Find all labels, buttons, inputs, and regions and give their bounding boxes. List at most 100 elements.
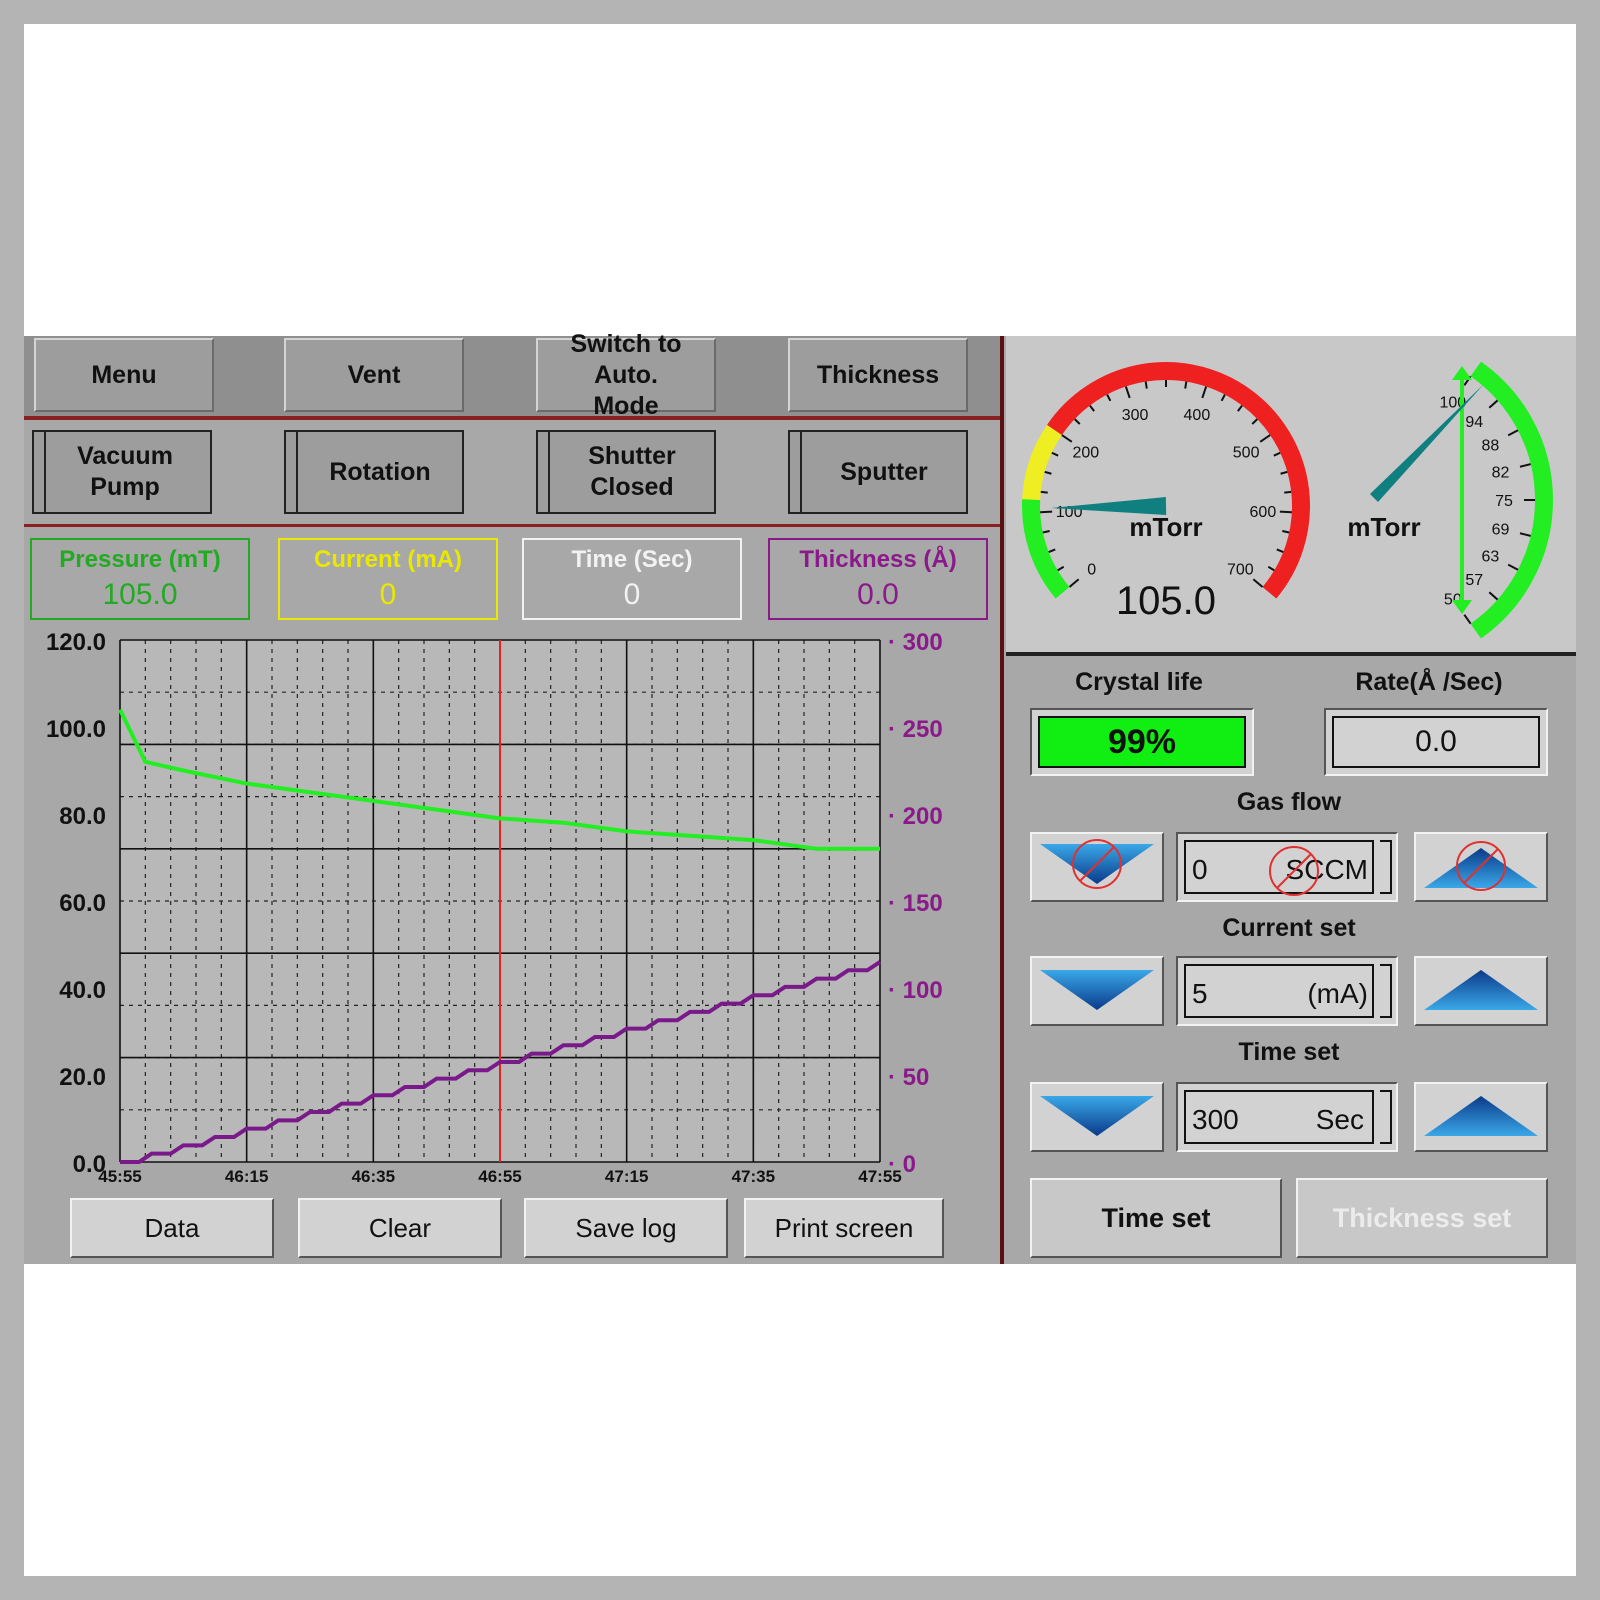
fine-gauge-tick: [1463, 614, 1472, 625]
gauge-tick: [1089, 404, 1095, 412]
gauge-tick: [1280, 470, 1288, 475]
y-right-tick-label: · 300: [888, 629, 943, 656]
fine-gauge-tick: [1519, 463, 1531, 468]
pressure-value: 105.0: [102, 578, 178, 611]
gauge-tick: [1061, 434, 1073, 443]
gas-flow-value: 0: [1192, 854, 1208, 885]
y-left-tick-label: 60.0: [59, 890, 106, 917]
shutter-toggle[interactable]: Shutter Closed: [536, 430, 716, 514]
switch-auto-mode-button[interactable]: Switch to Auto. Mode: [536, 330, 716, 420]
gauge-tick: [1273, 451, 1281, 457]
trend-chart: 120.0100.080.060.040.020.00.0· 300· 250·…: [46, 629, 943, 1186]
fine-gauge-tick-label: 57: [1465, 572, 1483, 589]
clear-button[interactable]: Clear: [298, 1198, 502, 1258]
thickness-button[interactable]: Thickness: [788, 338, 968, 412]
gas-flow-field[interactable]: 0 SCCM: [1176, 832, 1398, 902]
gas-flow-increase-button[interactable]: [1414, 832, 1548, 902]
rotation-toggle[interactable]: Rotation: [284, 430, 464, 514]
y-left-tick-label: 120.0: [46, 629, 106, 656]
fine-gauge-tick: [1507, 429, 1519, 437]
current-set-field[interactable]: 5 (mA): [1176, 956, 1398, 1026]
menu-button[interactable]: Menu: [34, 338, 214, 412]
y-right-tick-label: · 150: [888, 890, 943, 917]
x-tick-label: 45:55: [98, 1167, 141, 1186]
gauge-yellow-zone: [1022, 424, 1063, 501]
pressure-fine-gauge: 1009488827569635750mTorr: [1347, 361, 1553, 639]
save-log-button[interactable]: Save log: [524, 1198, 728, 1258]
time-set-label: Time set: [1238, 1038, 1340, 1066]
gauge-tick: [1048, 548, 1056, 553]
pressure-status: Pressure (mT) 105.0: [30, 538, 250, 620]
gauge-unit-label: mTorr: [1129, 512, 1202, 542]
gauge-tick: [1259, 434, 1271, 443]
fine-gauge-tick: [1488, 591, 1499, 601]
divider: [24, 524, 1000, 527]
gauge-tick: [1051, 451, 1059, 457]
fine-gauge-range-top: [1452, 366, 1472, 380]
y-left-tick-label: 100.0: [46, 716, 106, 743]
fine-gauge-tick-label: 88: [1482, 438, 1500, 455]
time-set-value: 300: [1192, 1104, 1239, 1135]
current-decrease-button[interactable]: [1030, 956, 1164, 1026]
x-tick-label: 47:35: [732, 1167, 775, 1186]
time-decrease-button[interactable]: [1030, 1082, 1164, 1152]
fine-gauge-unit-label: mTorr: [1347, 512, 1420, 542]
time-set-button[interactable]: Time set: [1030, 1178, 1282, 1258]
down-arrow-icon: [1040, 1096, 1154, 1136]
rate-display: 0.0: [1324, 708, 1548, 776]
rotation-label: Rotation: [329, 457, 431, 486]
divider: [1006, 652, 1576, 656]
gauge-tick: [1284, 490, 1292, 494]
x-tick-label: 46:55: [478, 1167, 521, 1186]
up-arrow-icon: [1424, 970, 1538, 1010]
gauge-value-readout: 105.0: [1116, 579, 1216, 623]
thickness-value: 0.0: [857, 578, 899, 611]
y-right-tick-label: · 100: [888, 977, 943, 1004]
gauge-tick-label: 300: [1122, 407, 1149, 424]
gauge-tick: [1201, 386, 1208, 399]
fine-gauge-needle: [1370, 384, 1484, 502]
y-right-tick-label: · 200: [888, 803, 943, 830]
fine-gauge-tick-label: 69: [1492, 522, 1510, 539]
time-set-field[interactable]: 300 Sec: [1176, 1082, 1398, 1152]
y-left-tick-label: 20.0: [59, 1064, 106, 1091]
rate-value: 0.0: [1332, 716, 1540, 768]
gauge-tick: [1057, 565, 1065, 572]
print-screen-button[interactable]: Print screen: [744, 1198, 944, 1258]
gauge-tick-label: 600: [1250, 504, 1277, 521]
gas-flow-label: Gas flow: [1236, 788, 1342, 816]
x-tick-label: 46:15: [225, 1167, 268, 1186]
sputter-toggle[interactable]: Sputter: [788, 430, 968, 514]
down-arrow-disabled-icon: [1040, 839, 1154, 889]
pressure-title: Pressure (mT): [59, 546, 221, 573]
time-increase-button[interactable]: [1414, 1082, 1548, 1152]
vacuum-pump-label: Vacuum Pump: [77, 442, 173, 501]
thickness-status: Thickness (Å) 0.0: [768, 538, 988, 620]
current-title: Current (mA): [314, 546, 462, 573]
gauge-tick: [1252, 578, 1264, 588]
gauge-tick: [1251, 418, 1258, 425]
fine-gauge-tick-label: 82: [1492, 464, 1510, 481]
down-arrow-icon: [1040, 970, 1154, 1010]
fine-gauge-tick: [1507, 563, 1519, 571]
fine-gauge-tick-label: 94: [1465, 414, 1483, 431]
current-set-label: Current set: [1222, 914, 1356, 942]
shutter-label: Shutter Closed: [588, 442, 676, 501]
gas-flow-decrease-button[interactable]: [1030, 832, 1164, 902]
y-right-tick-label: · 250: [888, 716, 943, 743]
panel-divider: [1000, 336, 1004, 1264]
x-tick-label: 47:15: [605, 1167, 648, 1186]
divider: [24, 416, 1000, 420]
control-panel: Menu Vent Switch to Auto. Mode Thickness…: [24, 330, 1576, 1264]
thickness-set-button[interactable]: Thickness set: [1296, 1178, 1548, 1258]
current-increase-button[interactable]: [1414, 956, 1548, 1026]
gauge-tick: [1040, 510, 1053, 514]
time-set-unit: Sec: [1315, 1104, 1364, 1135]
vacuum-pump-toggle[interactable]: Vacuum Pump: [32, 430, 212, 514]
gauge-tick-label: 400: [1184, 407, 1211, 424]
gauge-tick: [1042, 530, 1050, 534]
fine-gauge-tick-label: 75: [1495, 493, 1513, 510]
data-button[interactable]: Data: [70, 1198, 274, 1258]
vent-button[interactable]: Vent: [284, 338, 464, 412]
gauge-tick-label: 0: [1087, 561, 1096, 578]
